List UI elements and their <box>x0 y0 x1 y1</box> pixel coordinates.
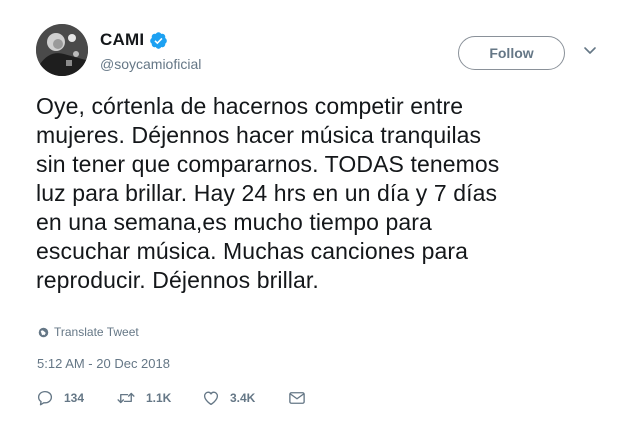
like-button[interactable]: 3.4K <box>202 389 288 407</box>
tweet-text-line: en una semana,es mucho tiempo para <box>36 209 432 235</box>
tweet-text-line: Oye, córtenla de hacernos competir entre <box>36 93 464 119</box>
tweet-text: Oye, córtenla de hacernos competir entre… <box>36 92 616 295</box>
verified-badge-icon <box>150 31 168 49</box>
author-handle[interactable]: @soycamioficial <box>100 56 201 72</box>
globe-icon <box>38 327 49 337</box>
chevron-down-icon[interactable] <box>583 46 597 56</box>
tweet-timestamp[interactable]: 5:12 AM - 20 Dec 2018 <box>37 356 170 371</box>
direct-message-button[interactable] <box>288 390 308 406</box>
follow-button[interactable]: Follow <box>458 36 565 70</box>
tweet-text-line: luz para brillar. Hay 24 hrs en un día y… <box>36 180 498 206</box>
tweet-text-line: mujeres. Déjennos hacer música tranquila… <box>36 122 482 148</box>
display-name[interactable]: CAMI <box>100 30 144 50</box>
retweet-count: 1.1K <box>146 391 172 405</box>
divider <box>36 380 604 381</box>
translate-tweet[interactable]: Translate Tweet <box>38 325 139 339</box>
heart-icon <box>203 391 219 406</box>
reply-button[interactable]: 134 <box>36 389 116 407</box>
reply-icon <box>37 390 53 406</box>
retweet-icon <box>117 392 135 404</box>
tweet-actions: 134 1.1K 3.4K <box>36 388 308 408</box>
like-count: 3.4K <box>230 391 256 405</box>
tweet-text-line: sin tener que compararnos. TODAS tenemos <box>36 151 500 177</box>
author-name-row: CAMI <box>100 30 168 50</box>
tweet-text-line: reproducir. Déjennos brillar. <box>36 267 319 293</box>
tweet-card: CAMI @soycamioficial Follow Oye, córtenl… <box>0 0 636 433</box>
avatar[interactable] <box>36 24 88 76</box>
tweet-text-line: escuchar música. Muchas canciones para <box>36 238 469 264</box>
envelope-icon <box>289 392 305 404</box>
translate-tweet-label[interactable]: Translate Tweet <box>54 325 139 339</box>
retweet-button[interactable]: 1.1K <box>116 389 202 407</box>
avatar-image <box>36 24 88 76</box>
reply-count: 134 <box>64 391 85 405</box>
